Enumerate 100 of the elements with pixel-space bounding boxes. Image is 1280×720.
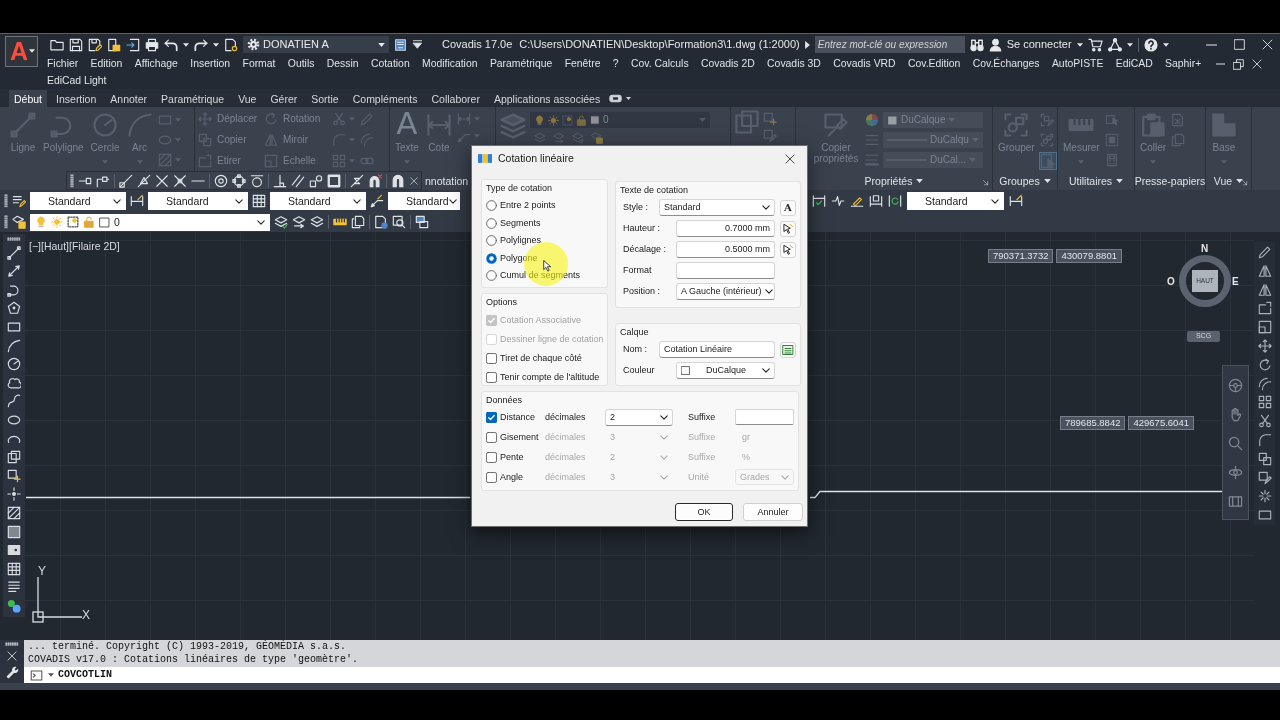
explode-icon[interactable] <box>1257 489 1272 504</box>
app-menu-button[interactable]: A <box>5 36 38 67</box>
checkbox-label[interactable]: Tiret de chaque côté <box>500 353 582 364</box>
menu-item[interactable]: Insertion <box>190 57 231 71</box>
layer-dropdown[interactable]: 0 <box>30 213 270 231</box>
zoom-window-icon[interactable] <box>392 215 406 229</box>
point-icon[interactable] <box>7 487 21 502</box>
wrench-icon[interactable] <box>5 666 19 679</box>
command-input[interactable]: COVCOTLIN <box>24 667 1280 683</box>
text-field[interactable] <box>676 262 775 279</box>
block-insert-icon[interactable] <box>7 450 21 465</box>
side-button[interactable] <box>780 241 796 258</box>
spline-icon[interactable] <box>7 394 21 409</box>
color-dropdown[interactable]: DuCalque <box>676 362 775 379</box>
binoculars-icon[interactable] <box>969 37 984 52</box>
document-info-icon[interactable] <box>374 215 388 229</box>
dimension-text-icon[interactable] <box>869 194 883 208</box>
menu-item[interactable]: Edition <box>90 57 123 71</box>
close-icon[interactable] <box>1262 39 1273 50</box>
style-dropdown[interactable]: Standard <box>270 192 366 210</box>
mirror-triangles-icon[interactable] <box>1257 282 1272 297</box>
dialog-button[interactable]: Annuler <box>743 503 803 521</box>
layers-arrows-icon[interactable] <box>292 215 306 229</box>
style-dropdown[interactable]: Standard <box>907 192 1004 210</box>
stretch-icon[interactable] <box>1257 301 1272 316</box>
layer-square-icon[interactable] <box>12 215 26 229</box>
pen-icon[interactable] <box>1257 245 1272 259</box>
close-icon[interactable] <box>1252 59 1262 69</box>
array-grid-icon[interactable] <box>1257 395 1272 410</box>
text-field[interactable]: Cotation Linéaire <box>659 341 775 358</box>
customize-caret-icon[interactable] <box>412 39 423 50</box>
caret-icon[interactable] <box>1162 42 1169 47</box>
add-selected-icon[interactable] <box>7 598 21 613</box>
side-button[interactable]: A <box>780 199 796 216</box>
grip-handle-icon[interactable] <box>7 237 21 241</box>
text-field[interactable]: 0.5000 mm <box>676 241 775 258</box>
arc-icon[interactable] <box>7 338 21 353</box>
network-triangle-icon[interactable] <box>1107 37 1122 52</box>
dimension-update-icon[interactable] <box>888 194 902 208</box>
monitor-icon[interactable] <box>394 37 407 52</box>
rectangle-icon[interactable] <box>7 319 21 334</box>
folder-icon[interactable] <box>50 37 64 52</box>
block-edit-icon[interactable] <box>1257 470 1272 485</box>
radio-button[interactable] <box>486 235 497 247</box>
text-lines-pen-icon[interactable] <box>12 194 26 208</box>
help-icon[interactable] <box>1143 37 1158 52</box>
double-arrow-line-icon[interactable] <box>7 264 21 279</box>
checkbox-label[interactable]: Pente <box>500 451 545 463</box>
copy-squares-icon[interactable] <box>1257 451 1272 466</box>
film-icon[interactable] <box>1228 494 1243 509</box>
radio-label[interactable]: Segments <box>500 217 541 229</box>
caret-icon[interactable] <box>1126 42 1133 47</box>
grip-handle-icon[interactable] <box>4 215 8 229</box>
side-button[interactable] <box>780 220 796 237</box>
caret-icon[interactable] <box>183 42 189 47</box>
dropdown[interactable]: A Gauche (intérieur) <box>676 283 775 300</box>
floppy-pen-icon[interactable] <box>88 37 102 52</box>
pen-line-icon[interactable] <box>850 194 864 208</box>
mirror-triangles-icon[interactable] <box>1257 263 1272 278</box>
menu-item[interactable]: Outils <box>287 57 315 71</box>
radio-button[interactable] <box>486 270 497 282</box>
menu-item[interactable]: EdiCad Light <box>47 74 107 88</box>
rectangle-icon[interactable] <box>1257 508 1272 523</box>
magnifier-icon[interactable] <box>1228 436 1243 451</box>
style-dropdown[interactable]: Standard <box>388 192 460 210</box>
checkbox[interactable] <box>486 471 497 483</box>
radio-label[interactable]: Polylignes <box>500 235 542 247</box>
menu-item[interactable]: Cov.Échanges <box>972 57 1040 71</box>
checkbox[interactable] <box>486 431 497 443</box>
dimension-style-icon[interactable] <box>1009 194 1023 208</box>
checkbox[interactable] <box>486 353 497 364</box>
dropdown[interactable]: 2 <box>605 408 673 426</box>
gradient-fill-icon[interactable] <box>7 524 21 539</box>
checkbox-label[interactable]: Distance <box>500 411 545 423</box>
copy-pages-icon[interactable] <box>351 215 365 229</box>
caret-icon[interactable] <box>213 42 219 47</box>
checkbox[interactable] <box>486 411 497 423</box>
dimension-style-icon[interactable] <box>130 194 144 208</box>
checkbox[interactable] <box>486 451 497 463</box>
polyline-icon[interactable] <box>7 282 21 297</box>
menu-item[interactable]: Affichage <box>134 57 178 71</box>
menu-item[interactable]: ? <box>612 57 619 71</box>
region-icon[interactable] <box>7 543 21 558</box>
layers-check-icon[interactable] <box>274 215 288 229</box>
style-dropdown[interactable]: Standard <box>30 192 126 210</box>
layers-icon[interactable] <box>310 215 324 229</box>
scale-squares-icon[interactable] <box>1257 320 1272 335</box>
zigzag-line-icon[interactable] <box>831 194 845 208</box>
table-icon[interactable] <box>252 194 266 208</box>
checkbox-label[interactable]: Gisement <box>500 431 545 443</box>
redo-arrow-icon[interactable] <box>194 37 208 52</box>
dropdown[interactable]: Standard <box>659 199 775 216</box>
steering-wheel-icon[interactable] <box>1228 378 1243 393</box>
hatch-icon[interactable] <box>7 505 21 520</box>
menu-item[interactable]: Covadis VRD <box>833 57 896 71</box>
checkbox-label[interactable]: Tenir compte de l'altitude <box>500 372 600 383</box>
leader-style-icon[interactable] <box>370 194 384 208</box>
sign-in-button[interactable]: Se connecter <box>988 37 1072 52</box>
document-gear-icon[interactable] <box>224 37 238 52</box>
grip-handle-icon[interactable] <box>4 194 8 208</box>
